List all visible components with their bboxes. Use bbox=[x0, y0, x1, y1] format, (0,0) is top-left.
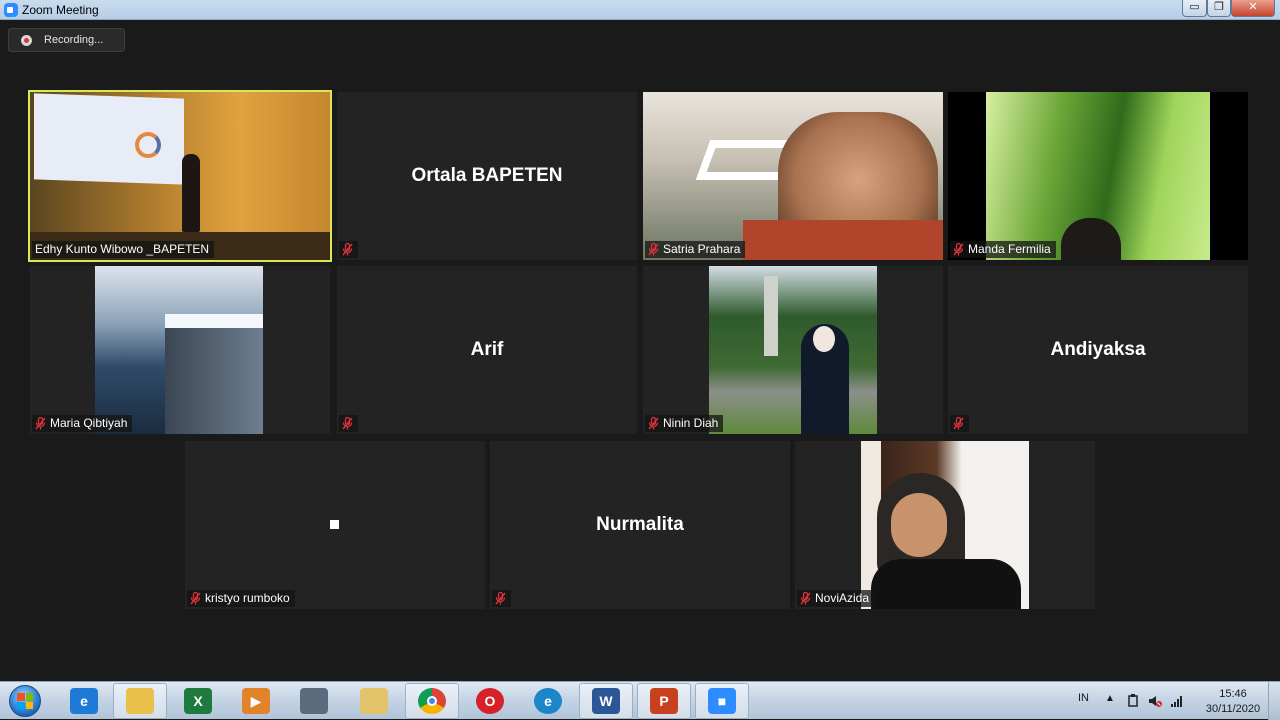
network-signal-icon[interactable] bbox=[1170, 694, 1184, 708]
video-feed bbox=[986, 92, 1210, 260]
participant-name-label bbox=[950, 415, 969, 432]
clock-date[interactable]: 30/11/2020 bbox=[1196, 703, 1270, 715]
show-desktop-button[interactable] bbox=[1268, 682, 1280, 720]
system-tray: IN ▲ 15:46 30/11/2020 bbox=[1070, 682, 1280, 720]
edge-icon: e bbox=[534, 688, 562, 714]
close-button[interactable]: ✕ bbox=[1231, 0, 1275, 17]
participant-tile[interactable]: Nurmalita bbox=[490, 441, 790, 609]
participant-display-name: Nurmalita bbox=[596, 514, 684, 535]
taskbar-app-excel[interactable]: X bbox=[171, 683, 225, 719]
recording-indicator[interactable]: Recording... bbox=[8, 28, 125, 52]
participant-name-label: Edhy Kunto Wibowo _BAPETEN bbox=[32, 241, 215, 258]
zoom-app-icon bbox=[4, 3, 18, 17]
muted-mic-icon bbox=[648, 242, 659, 256]
participant-name-label bbox=[492, 590, 511, 607]
participant-name-label bbox=[339, 415, 358, 432]
zoom-icon: ■ bbox=[708, 688, 736, 714]
volume-muted-icon[interactable] bbox=[1148, 694, 1162, 708]
network-icon bbox=[300, 688, 328, 714]
participant-display-name: Andiyaksa bbox=[1050, 339, 1146, 360]
muted-mic-icon bbox=[35, 416, 46, 430]
participant-tile[interactable]: Ninin Diah bbox=[643, 266, 943, 434]
window-titlebar: Zoom Meeting ▭ ❐ ✕ bbox=[0, 0, 1280, 20]
participant-name: kristyo rumboko bbox=[205, 591, 290, 605]
muted-mic-icon bbox=[800, 591, 811, 605]
chrome-icon bbox=[418, 688, 446, 714]
clock-time[interactable]: 15:46 bbox=[1208, 688, 1258, 700]
participant-tile[interactable]: Ortala BAPETEN bbox=[337, 92, 637, 260]
powerpoint-icon: P bbox=[650, 688, 678, 714]
taskbar-app-folder[interactable] bbox=[347, 683, 401, 719]
taskbar-app-opera[interactable]: O bbox=[463, 683, 517, 719]
video-feed bbox=[95, 266, 263, 434]
muted-mic-icon bbox=[190, 591, 201, 605]
recording-label: Recording... bbox=[44, 34, 104, 46]
video-feed bbox=[861, 441, 1029, 609]
participant-name: NoviAzida bbox=[815, 591, 870, 605]
participant-name-label bbox=[339, 241, 358, 258]
participant-tile[interactable]: kristyo rumboko bbox=[185, 441, 485, 609]
muted-mic-icon bbox=[953, 242, 964, 256]
video-placeholder bbox=[330, 520, 339, 529]
ie-icon: e bbox=[70, 688, 98, 714]
word-icon: W bbox=[592, 688, 620, 714]
muted-mic-icon bbox=[342, 416, 353, 430]
opera-icon: O bbox=[476, 688, 504, 714]
taskbar-app-network[interactable] bbox=[287, 683, 341, 719]
participant-display-name: Ortala BAPETEN bbox=[411, 165, 563, 186]
participant-tile[interactable]: Manda Fermilia bbox=[948, 92, 1248, 260]
excel-icon: X bbox=[184, 688, 212, 714]
participant-tile[interactable]: Satria Prahara bbox=[643, 92, 943, 260]
participant-tile[interactable]: NoviAzida bbox=[795, 441, 1095, 609]
start-button[interactable] bbox=[4, 683, 46, 719]
taskbar-app-powerpoint[interactable]: P bbox=[637, 683, 691, 719]
folder-icon bbox=[126, 688, 154, 714]
participant-name-label: kristyo rumboko bbox=[187, 590, 295, 607]
device-icon[interactable] bbox=[1126, 694, 1140, 708]
maximize-button[interactable]: ❐ bbox=[1207, 0, 1231, 17]
video-feed bbox=[709, 266, 877, 434]
participant-tile[interactable]: Arif bbox=[337, 266, 637, 434]
windows-logo-icon bbox=[17, 693, 33, 709]
taskbar-app-ie[interactable]: e bbox=[57, 683, 111, 719]
taskbar-app-word[interactable]: W bbox=[579, 683, 633, 719]
minimize-button[interactable]: ▭ bbox=[1182, 0, 1207, 17]
participant-name-label: Satria Prahara bbox=[645, 241, 746, 258]
folder-icon bbox=[360, 688, 388, 714]
language-indicator[interactable]: IN bbox=[1078, 692, 1089, 704]
recording-icon bbox=[21, 35, 32, 46]
participant-name-label: Ninin Diah bbox=[645, 415, 724, 432]
participant-name: Manda Fermilia bbox=[968, 242, 1051, 256]
media-player-icon: ▶ bbox=[242, 688, 270, 714]
show-hidden-icons-arrow[interactable]: ▲ bbox=[1105, 693, 1115, 704]
windows-taskbar: e X ▶ Oe W P ■ IN ▲ 15:46 30/11/2020 bbox=[0, 681, 1280, 720]
participant-name-label: Maria Qibtiyah bbox=[32, 415, 133, 432]
muted-mic-icon bbox=[495, 591, 506, 605]
participant-name: Satria Prahara bbox=[663, 242, 741, 256]
muted-mic-icon bbox=[953, 416, 964, 430]
participant-name-label: Manda Fermilia bbox=[950, 241, 1056, 258]
participant-display-name: Arif bbox=[470, 339, 504, 360]
participant-tile[interactable]: Maria Qibtiyah bbox=[30, 266, 330, 434]
taskbar-app-media-player[interactable]: ▶ bbox=[229, 683, 283, 719]
taskbar-app-chrome[interactable] bbox=[405, 683, 459, 719]
participant-tile[interactable]: Edhy Kunto Wibowo _BAPETEN bbox=[28, 90, 332, 262]
participant-name: Edhy Kunto Wibowo _BAPETEN bbox=[35, 242, 210, 256]
taskbar-app-folder[interactable] bbox=[113, 683, 167, 719]
participant-name-label: NoviAzida bbox=[797, 590, 875, 607]
muted-mic-icon bbox=[342, 242, 353, 256]
video-feed bbox=[643, 92, 943, 260]
participant-name: Ninin Diah bbox=[663, 416, 719, 430]
participant-name: Maria Qibtiyah bbox=[50, 416, 128, 430]
video-feed bbox=[30, 92, 330, 260]
muted-mic-icon bbox=[648, 416, 659, 430]
taskbar-app-edge[interactable]: e bbox=[521, 683, 575, 719]
participant-tile[interactable]: Andiyaksa bbox=[948, 266, 1248, 434]
taskbar-app-zoom[interactable]: ■ bbox=[695, 683, 749, 719]
window-title: Zoom Meeting bbox=[22, 3, 99, 17]
